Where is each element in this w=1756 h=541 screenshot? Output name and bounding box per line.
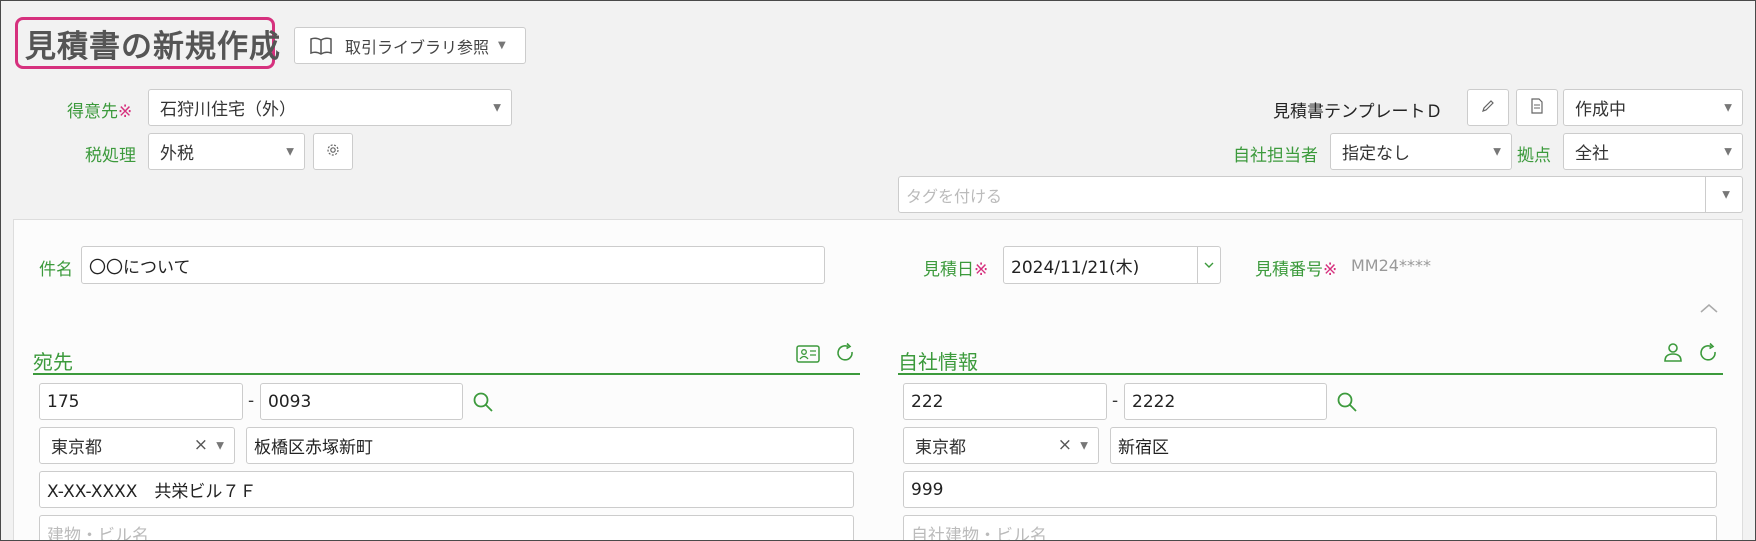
book-icon <box>309 36 333 56</box>
search-icon[interactable] <box>1336 391 1358 417</box>
base-select[interactable]: 全社 ▼ <box>1563 133 1743 170</box>
company-zip1-input[interactable]: 222 <box>903 383 1107 420</box>
clear-icon[interactable]: × <box>194 435 208 455</box>
customer-select[interactable]: 石狩川住宅（外） ▼ <box>148 89 512 126</box>
number-value: MM24**** <box>1351 256 1431 275</box>
pencil-icon <box>1480 98 1496 118</box>
person-icon[interactable] <box>1662 341 1684 367</box>
recipient-zip2-input[interactable]: 0093 <box>260 383 463 420</box>
gear-icon <box>326 142 340 161</box>
window: 見積書の新規作成 取引ライブラリ参照 ▼ 得意先※ 石狩川住宅（外） ▼ 見積書テ… <box>0 0 1756 541</box>
recipient-prefecture-select[interactable]: 東京都 × ▼ <box>39 427 235 464</box>
status-select[interactable]: 作成中 ▼ <box>1563 89 1743 126</box>
date-label: 見積日※ <box>923 260 989 280</box>
date-input[interactable]: 2024/11/21(木) <box>1003 246 1221 284</box>
staff-label: 自社担当者 <box>1233 146 1318 166</box>
number-label: 見積番号※ <box>1255 260 1338 280</box>
tag-input[interactable]: タグを付ける ▼ <box>898 176 1743 213</box>
refresh-icon[interactable] <box>834 342 856 368</box>
chevron-down-icon: ▼ <box>498 40 506 51</box>
customer-label: 得意先※ <box>67 102 133 122</box>
clear-icon[interactable]: × <box>1058 435 1072 455</box>
recipient-address-input[interactable]: X-XX-XXXX 共栄ビル７Ｆ <box>39 471 854 508</box>
template-name: 見積書テンプレートＤ <box>1273 102 1443 122</box>
refresh-icon[interactable] <box>1697 342 1719 368</box>
company-title: 自社情報 <box>898 350 978 374</box>
company-zip2-input[interactable]: 2222 <box>1124 383 1327 420</box>
recipient-city-input[interactable]: 板橋区赤塚新町 <box>246 427 854 464</box>
document-icon <box>1530 97 1544 118</box>
library-button[interactable]: 取引ライブラリ参照 ▼ <box>294 27 526 64</box>
tax-select[interactable]: 外税 ▼ <box>148 133 305 170</box>
company-prefecture-select[interactable]: 東京都 × ▼ <box>903 427 1099 464</box>
collapse-icon[interactable] <box>1699 299 1719 318</box>
company-address-input[interactable]: 999 <box>903 471 1717 508</box>
subject-label: 件名 <box>39 260 73 280</box>
subject-input[interactable]: 〇〇について <box>81 246 825 284</box>
edit-template-button[interactable] <box>1467 89 1509 126</box>
recipient-building-input[interactable]: 建物・ビル名 <box>39 515 854 540</box>
library-button-label: 取引ライブラリ参照 <box>345 37 490 57</box>
company-building-input[interactable]: 自社建物・ビル名 <box>903 515 1717 540</box>
contact-card-icon[interactable] <box>796 345 820 367</box>
base-label: 拠点 <box>1517 146 1551 166</box>
zip-separator: - <box>248 391 255 411</box>
company-divider <box>898 373 1723 375</box>
company-city-input[interactable]: 新宿区 <box>1110 427 1717 464</box>
recipient-title: 宛先 <box>33 350 73 374</box>
tax-label: 税処理 <box>85 146 136 166</box>
recipient-divider <box>33 373 860 375</box>
chevron-down-icon[interactable] <box>1197 247 1220 283</box>
preview-template-button[interactable] <box>1516 89 1558 126</box>
page-title: 見積書の新規作成 <box>25 29 281 65</box>
tax-settings-button[interactable] <box>313 133 353 170</box>
recipient-zip1-input[interactable]: 175 <box>39 383 243 420</box>
search-icon[interactable] <box>472 391 494 417</box>
zip-separator: - <box>1112 391 1119 411</box>
staff-select[interactable]: 指定なし ▼ <box>1330 133 1512 170</box>
